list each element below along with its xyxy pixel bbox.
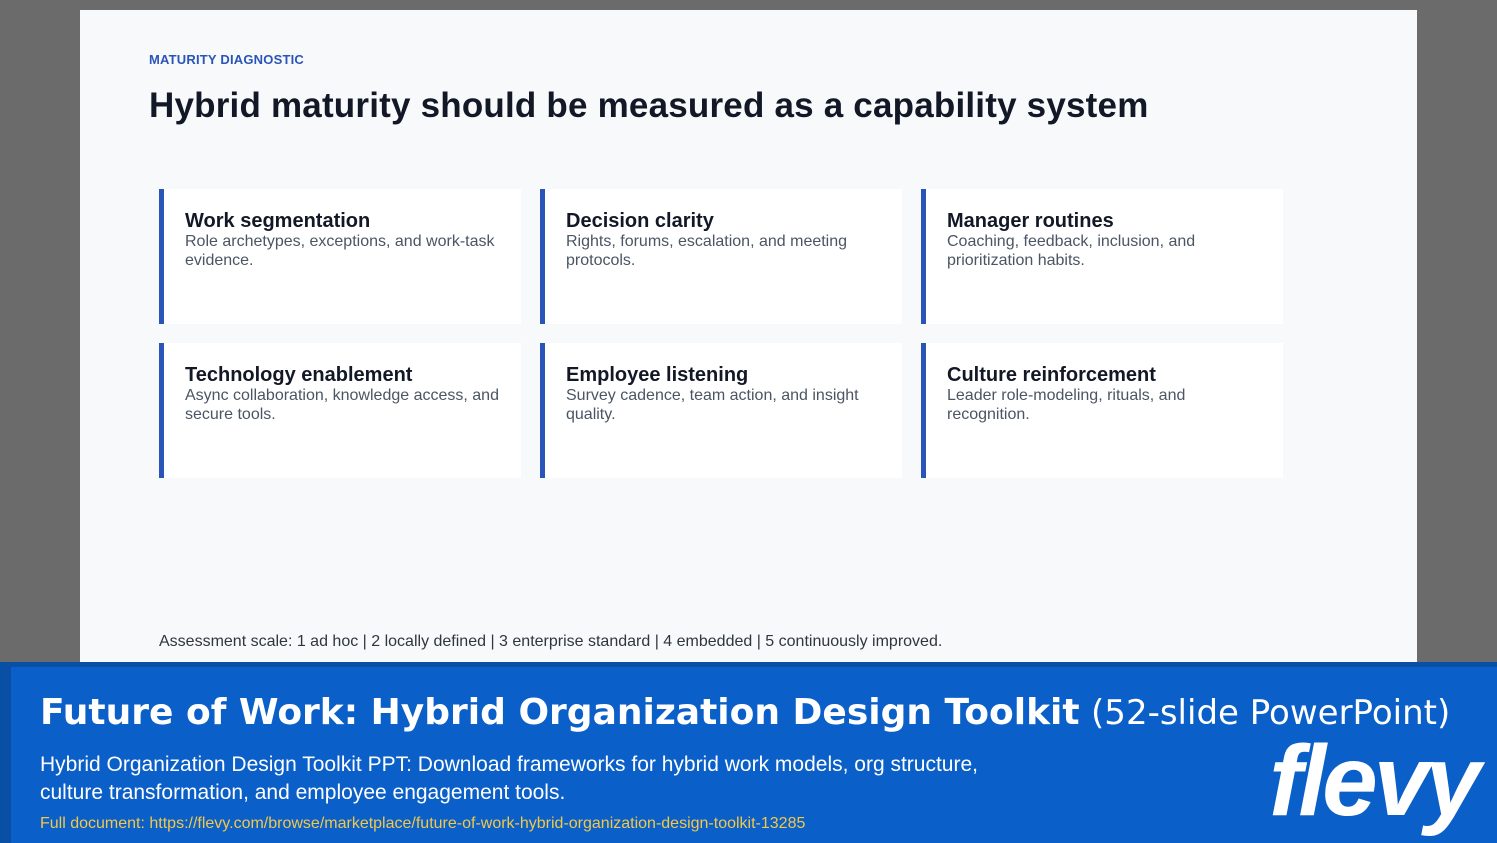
capability-card-technology-enablement: Technology enablement Async collaboratio… — [159, 343, 521, 478]
card-title: Decision clarity — [566, 210, 714, 232]
capability-card-decision-clarity: Decision clarity Rights, forums, escalat… — [540, 189, 902, 324]
capability-card-culture-reinforcement: Culture reinforcement Leader role-modeli… — [921, 343, 1283, 478]
card-title: Manager routines — [947, 210, 1114, 232]
capability-card-employee-listening: Employee listening Survey cadence, team … — [540, 343, 902, 478]
card-title: Employee listening — [566, 364, 749, 386]
capability-card-work-segmentation: Work segmentation Role archetypes, excep… — [159, 189, 521, 324]
capability-card-manager-routines: Manager routines Coaching, feedback, inc… — [921, 189, 1283, 324]
flevy-logo[interactable]: flevy — [1269, 731, 1481, 831]
card-description: Survey cadence, team action, and insight… — [566, 387, 859, 423]
card-description: Role archetypes, exceptions, and work-ta… — [185, 233, 495, 269]
slide: MATURITY DIAGNOSTIC Hybrid maturity shou… — [80, 10, 1417, 662]
card-description: Rights, forums, escalation, and meeting … — [566, 233, 848, 269]
assessment-scale-note: Assessment scale: 1 ad hoc | 2 locally d… — [159, 633, 943, 650]
document-title-main: Future of Work: Hybrid Organization Desi… — [40, 692, 1080, 733]
card-description: Async collaboration, knowledge access, a… — [185, 387, 499, 423]
page: MATURITY DIAGNOSTIC Hybrid maturity shou… — [0, 0, 1497, 843]
document-link[interactable]: Full document: https://flevy.com/browse/… — [40, 815, 805, 833]
document-description: Hybrid Organization Design Toolkit PPT: … — [40, 753, 978, 804]
card-title: Culture reinforcement — [947, 364, 1156, 386]
document-banner: Future of Work: Hybrid Organization Desi… — [0, 662, 1497, 843]
card-description: Coaching, feedback, inclusion, and prior… — [947, 233, 1196, 269]
card-description: Leader role-modeling, rituals, and recog… — [947, 387, 1186, 423]
document-title: Future of Work: Hybrid Organization Desi… — [40, 692, 1450, 733]
card-title: Technology enablement — [185, 364, 413, 386]
banner-stripe — [0, 667, 11, 843]
capability-grid: Work segmentation Role archetypes, excep… — [159, 189, 1285, 478]
card-title: Work segmentation — [185, 210, 371, 232]
slide-title: Hybrid maturity should be measured as a … — [149, 86, 1149, 125]
slide-eyebrow: MATURITY DIAGNOSTIC — [149, 52, 304, 67]
